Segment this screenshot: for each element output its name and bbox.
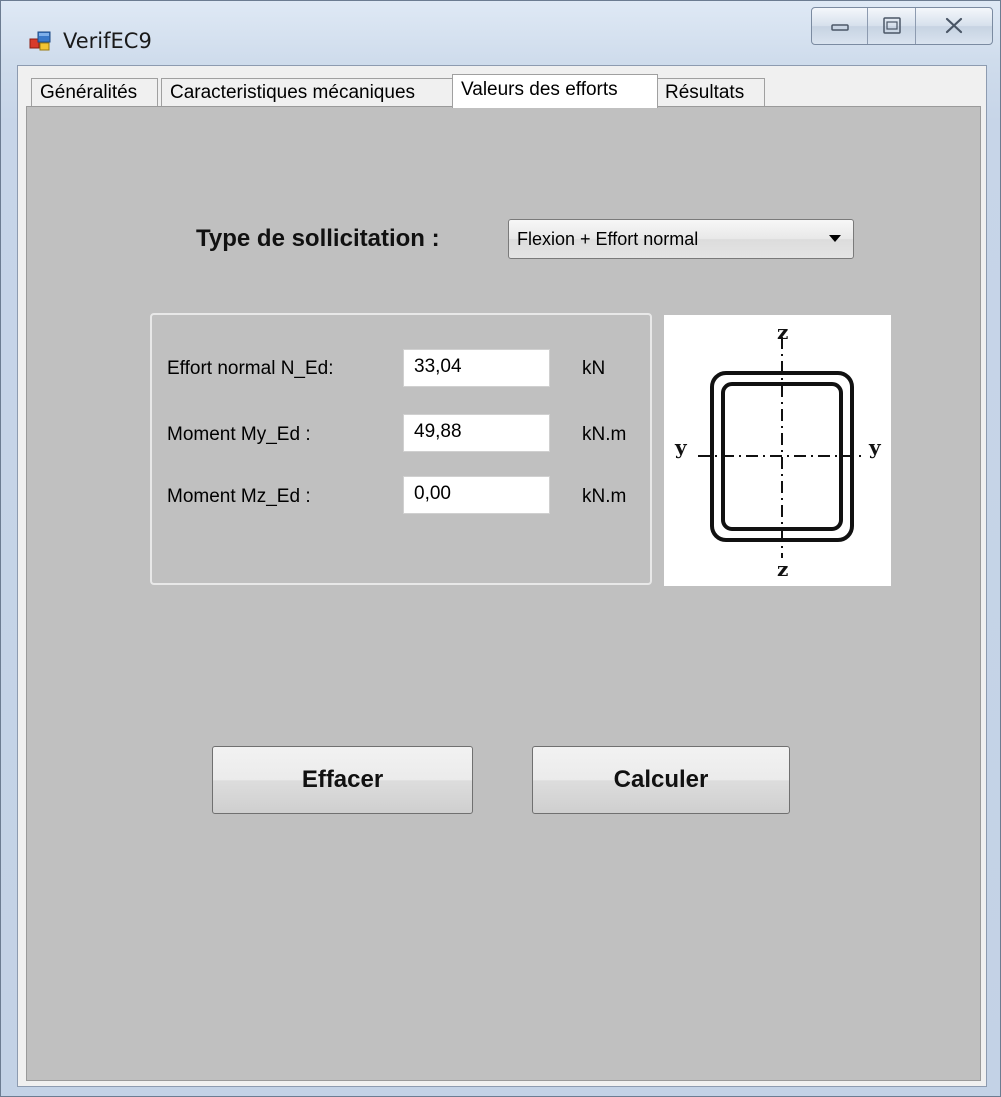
tab-label: Caracteristiques mécaniques [170,82,416,103]
tab-label: Valeurs des efforts [461,79,618,100]
app-icon [29,31,51,51]
minimize-button[interactable] [812,8,868,44]
close-icon [945,17,963,34]
maximize-icon [883,17,901,34]
efforts-groupbox [150,313,652,585]
select-value: Flexion + Effort normal [517,229,699,249]
moment-mz-input[interactable]: 0,00 [403,476,550,514]
moment-mz-unit: kN.m [582,486,627,507]
y-axis-right-label: y [868,435,882,459]
window-controls [811,7,993,45]
y-axis-left-label: y [674,435,688,459]
app-window: VerifEC9 Généralités Caracteristiques mé… [0,0,1001,1097]
maximize-button[interactable] [868,8,916,44]
tab-label: Résultats [665,82,745,103]
minimize-icon [831,24,849,31]
window-title: VerifEC9 [63,29,152,53]
z-axis-bottom-label: z [777,557,788,581]
tab-resultats[interactable]: Résultats [656,78,765,106]
solicitation-type-label: Type de sollicitation : [196,225,440,252]
tab-label: Généralités [40,82,138,103]
moment-my-unit: kN.m [582,424,627,445]
cross-section-diagram: z z y y [664,315,891,586]
title-bar[interactable]: VerifEC9 [1,1,1001,65]
tab-caracteristiques[interactable]: Caracteristiques mécaniques [161,78,482,106]
moment-my-label: Moment My_Ed : [167,424,311,445]
solicitation-type-select[interactable]: Flexion + Effort normal [508,219,854,259]
calculate-button[interactable]: Calculer [532,746,790,814]
moment-mz-label: Moment Mz_Ed : [167,486,311,507]
close-button[interactable] [916,8,992,44]
tab-generalites[interactable]: Généralités [31,78,158,106]
normal-force-label: Effort normal N_Ed: [167,358,334,379]
normal-force-unit: kN [582,358,606,379]
normal-force-input[interactable]: 33,04 [403,349,550,387]
z-axis-top-label: z [777,320,788,344]
moment-my-input[interactable]: 49,88 [403,414,550,452]
chevron-down-icon [829,235,841,242]
tab-valeurs-efforts[interactable]: Valeurs des efforts [452,74,658,108]
clear-button[interactable]: Effacer [212,746,473,814]
